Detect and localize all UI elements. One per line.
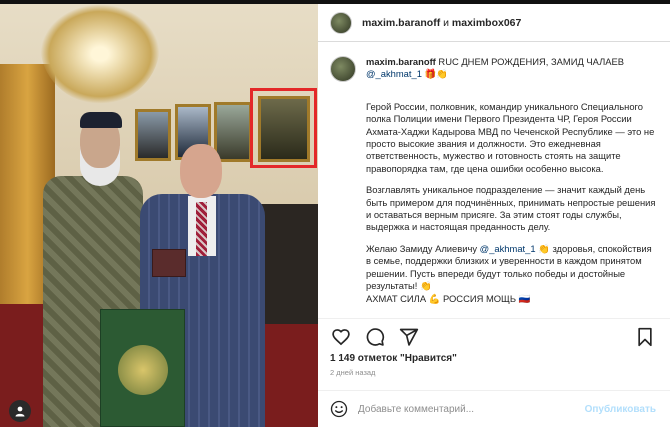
caption-paragraph-2: Возглавлять уникальное подразделение — з… [366, 184, 656, 233]
heart-icon[interactable] [330, 326, 352, 348]
likes-count[interactable]: 1 149 отметок "Нравится" [330, 353, 457, 364]
post-time[interactable]: 2 дней назад [330, 368, 375, 377]
post-photo[interactable] [0, 4, 318, 427]
bookmark-icon[interactable] [634, 326, 656, 348]
post-comment-button[interactable]: Опубликовать [585, 404, 656, 415]
comment-icon[interactable] [364, 326, 386, 348]
head [180, 144, 222, 198]
caption-area: maxim.baranoff RUC ДНЕМ РОЖДЕНИЯ, ЗАМИД … [318, 50, 670, 314]
caption-cut-line: АХМАТ СИЛА 💪 РОССИЯ МОЩЬ 🇷🇺 [366, 292, 531, 304]
user-tag-icon[interactable] [9, 400, 31, 422]
share-icon[interactable] [398, 326, 420, 348]
emblem [118, 345, 168, 395]
cap [80, 112, 122, 128]
caption-avatar[interactable] [330, 56, 356, 82]
caption-title-emojis: 🎁👏 [424, 68, 448, 80]
header-usernames: maxim.baranoff и maximbox067 [362, 17, 521, 29]
caption-username[interactable]: maxim.baranoff [366, 56, 436, 67]
caption-body: maxim.baranoff RUC ДНЕМ РОЖДЕНИЯ, ЗАМИД … [366, 56, 658, 305]
caption-title-mention[interactable]: @_akhmat_1 [366, 68, 422, 79]
caption-title: RUC ДНЕМ РОЖДЕНИЯ, ЗАМИД ЧАЛАЕВ [438, 56, 625, 67]
post-side-panel: maxim.baranoff и maximbox067 maxim.baran… [318, 4, 670, 427]
wish-mention[interactable]: @_akhmat_1 [480, 243, 536, 254]
collab-avatars[interactable] [330, 11, 352, 34]
tie [196, 202, 207, 256]
wish-prefix: Желаю Замиду Алиевичу [366, 242, 478, 254]
avatar[interactable] [330, 11, 352, 34]
caption-wish: Желаю Замиду Алиевичу @_akhmat_1 👏 здоро… [366, 243, 658, 293]
header-user-2[interactable]: maximbox067 [452, 17, 521, 29]
action-bar [318, 318, 670, 354]
header-user-1[interactable]: maxim.baranoff [362, 17, 440, 29]
post-header: maxim.baranoff и maximbox067 [318, 4, 670, 42]
caption-paragraph-1: Герой России, полковник, командир уникал… [366, 100, 655, 174]
emoji-icon[interactable] [330, 400, 348, 418]
comment-bar: Опубликовать [318, 390, 670, 427]
award-certificate [152, 249, 186, 277]
gift-bag [100, 309, 185, 427]
header-joiner: и [443, 16, 449, 29]
app-frame: maxim.baranoff и maximbox067 maxim.baran… [0, 0, 670, 427]
comment-input[interactable] [358, 403, 578, 415]
caption-headline: maxim.baranoff RUC ДНЕМ РОЖДЕНИЯ, ЗАМИД … [366, 56, 658, 81]
